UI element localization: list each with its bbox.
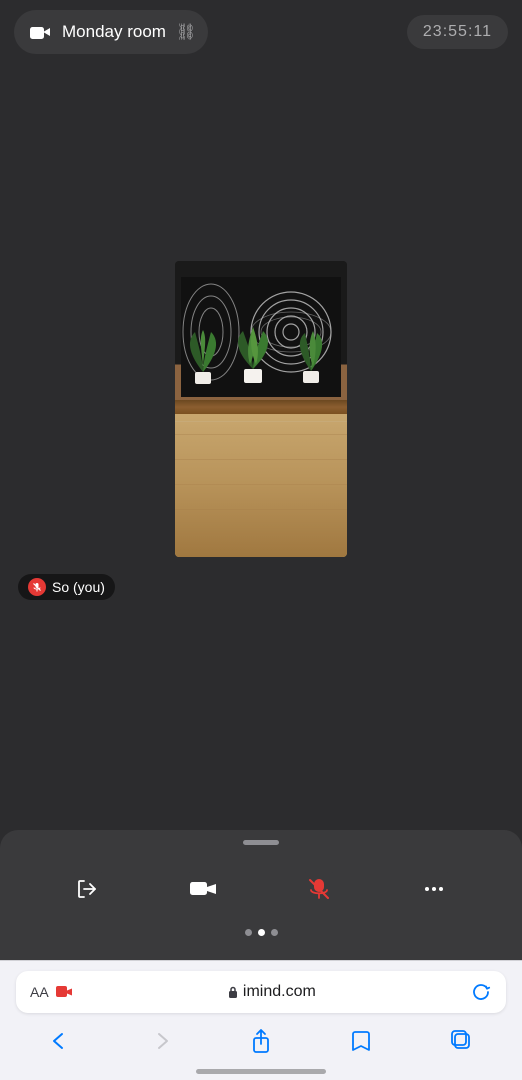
mic-muted-icon: [28, 578, 46, 596]
safari-bar: AA imind.com: [0, 960, 522, 1080]
leave-button[interactable]: [62, 863, 114, 915]
drag-handle: [243, 840, 279, 845]
room-info-pill[interactable]: Monday room ⛓: [14, 10, 208, 54]
tabs-icon: [450, 1029, 474, 1053]
floor: [175, 409, 347, 557]
safari-nav: [0, 1013, 522, 1061]
user-name-text: So (you): [52, 579, 105, 595]
bookmarks-button[interactable]: [341, 1021, 381, 1061]
aa-button[interactable]: AA: [30, 984, 49, 1000]
user-label: So (you): [18, 574, 115, 600]
url-bar-left: AA: [30, 983, 73, 1001]
more-button[interactable]: [408, 863, 460, 915]
dot-1: [245, 929, 252, 936]
camera-toggle-button[interactable]: [177, 863, 229, 915]
url-bar-center[interactable]: imind.com: [227, 983, 316, 1001]
controls-row: [0, 863, 522, 915]
bookmarks-icon: [350, 1029, 372, 1053]
room-name-label: Monday room: [62, 22, 166, 42]
home-indicator: [196, 1069, 326, 1074]
video-tile[interactable]: [175, 261, 347, 557]
forward-button[interactable]: [141, 1021, 181, 1061]
share-icon: [250, 1028, 272, 1054]
camera-record-icon: [55, 983, 73, 1001]
main-content: So (you): [0, 64, 522, 754]
url-bar[interactable]: AA imind.com: [16, 971, 506, 1013]
tabs-button[interactable]: [442, 1021, 482, 1061]
reload-button[interactable]: [470, 981, 492, 1003]
bottom-panel: [0, 830, 522, 960]
dot-3: [271, 929, 278, 936]
dot-2: [258, 929, 265, 936]
timestamp: 23:55:11: [407, 15, 508, 49]
domain-label: imind.com: [243, 983, 316, 1001]
link-icon: ⛓: [176, 22, 196, 42]
top-bar: Monday room ⛓ 23:55:11: [0, 0, 522, 64]
mic-toggle-button[interactable]: [293, 863, 345, 915]
room-scene: [175, 261, 347, 557]
back-icon: [50, 1030, 70, 1052]
camera-icon: [26, 18, 54, 46]
reload-icon: [470, 981, 492, 1003]
pagination-dots: [245, 929, 278, 936]
back-button[interactable]: [40, 1021, 80, 1061]
lock-icon: [227, 985, 239, 999]
wall-art: [175, 266, 347, 408]
share-button[interactable]: [241, 1021, 281, 1061]
forward-icon: [151, 1030, 171, 1052]
